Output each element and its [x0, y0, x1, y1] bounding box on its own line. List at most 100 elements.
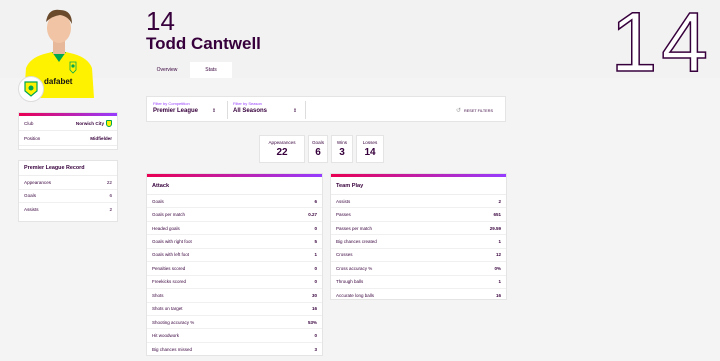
stat-value: 0 [314, 333, 317, 339]
chevron-updown-icon: ⇕ [292, 108, 298, 114]
player-hero: 14 Todd Cantwell 14 Overview Stats [0, 0, 720, 90]
stat-row: Big chances created 1 [331, 235, 506, 249]
filter-bar: Filter by Competition Premier League ⇕ F… [146, 96, 506, 122]
stat-row: Goals 6 [147, 195, 322, 209]
club-badge-icon [18, 76, 44, 102]
stat-value: 30 [311, 292, 317, 298]
stat-value: 16 [311, 306, 317, 312]
team-play-panel: Team Play Assists 2 Passes 651 Passes per … [330, 173, 507, 300]
losses-stat: Losses 14 [356, 135, 384, 163]
stat-value: 29.59 [489, 225, 501, 231]
stat-label: Big chances created [336, 239, 377, 245]
reset-icon: ↺ [455, 108, 462, 114]
stat-value: 1 [498, 239, 501, 245]
stat-value: 0 [314, 265, 317, 271]
stat-row: Shots on target 16 [147, 303, 322, 316]
tab-stats[interactable]: Stats [190, 62, 232, 78]
position-value: Midfielder [90, 135, 112, 141]
stat-label: Goals [152, 198, 164, 204]
stat-row: Goals with left foot 1 [147, 249, 322, 263]
stat-row: Cross accuracy % 0% [331, 262, 506, 276]
club-value[interactable]: Norwich City [75, 119, 112, 127]
stat-value: 3 [314, 347, 317, 353]
record-value: 2 [109, 207, 112, 213]
stat-value: 0 [314, 225, 317, 231]
stat-label: Cross accuracy % [336, 265, 373, 271]
stat-label: Through balls [336, 279, 364, 285]
record-value: 22 [106, 179, 112, 185]
wins-stat: Wins 3 [331, 135, 353, 163]
shirt-number: 14 [146, 6, 175, 36]
club-crest-icon [106, 119, 112, 127]
stat-label: Assists [336, 198, 351, 204]
stat-row: Headed goals 0 [147, 222, 322, 236]
stat-label: Wins [336, 140, 348, 145]
record-label: Appearances [24, 179, 52, 185]
stat-row: Assists 2 [331, 195, 506, 209]
stat-row: Passes per match 29.59 [331, 222, 506, 236]
competition-filter-label: Filter by Competition [153, 101, 190, 106]
stat-value: 651 [493, 212, 501, 218]
player-name: Todd Cantwell [146, 34, 261, 53]
stat-value: 0% [494, 265, 501, 271]
stat-label: Shots [152, 292, 164, 298]
tab-overview[interactable]: Overview [146, 62, 188, 78]
season-filter[interactable]: Filter by Season All Seasons ⇕ [233, 101, 297, 114]
divider [227, 101, 228, 119]
stat-value: 6 [315, 147, 321, 158]
stat-label: Shooting accuracy % [152, 319, 195, 325]
stat-value: 6 [314, 198, 317, 204]
stat-row: Freekicks scored 0 [147, 276, 322, 290]
club-name: Norwich City [75, 120, 104, 126]
reset-label: RESET FILTERS [464, 108, 493, 113]
position-label: Position [24, 135, 41, 141]
player-info-card: Club Norwich City Position Midfielder [18, 112, 118, 150]
competition-filter[interactable]: Filter by Competition Premier League ⇕ [153, 101, 216, 114]
stat-label: Passes [336, 212, 351, 218]
stat-label: Goals [311, 140, 324, 145]
stat-row: Crosses 12 [331, 249, 506, 263]
stat-row: Hit woodwork 0 [147, 329, 322, 343]
stat-value: 3 [339, 147, 345, 158]
season-filter-label: Filter by Season [233, 101, 262, 106]
stat-row: Shots 30 [147, 289, 322, 303]
club-row: Club Norwich City [19, 116, 117, 131]
stat-label: Appearances [268, 140, 296, 145]
stat-value: 2 [498, 198, 501, 204]
chevron-updown-icon: ⇕ [211, 108, 217, 114]
league-record-card: Premier League Record Appearances 22 Goa… [18, 160, 118, 222]
stat-value: 14 [364, 147, 376, 158]
stat-row: Through balls 1 [331, 276, 506, 290]
record-row: Assists 2 [19, 203, 117, 217]
stat-row: Accurate long balls 16 [331, 289, 506, 302]
stat-label: Goals with left foot [152, 252, 190, 258]
stat-label: Big chances missed [152, 347, 193, 353]
stat-label: Passes per match [336, 225, 373, 231]
tab-bar: Overview Stats [146, 62, 234, 78]
summary-stats: Appearances 22 Goals 6 Wins 3 Losses 14 [259, 135, 384, 163]
stat-row: Shooting accuracy % 53% [147, 316, 322, 330]
stat-row: Big chances missed 3 [147, 343, 322, 356]
stat-label: Headed goals [152, 225, 180, 231]
stat-value: 16 [495, 293, 501, 299]
competition-filter-value: Premier League [153, 108, 199, 114]
stat-value: 1 [498, 279, 501, 285]
record-row: Appearances 22 [19, 176, 117, 190]
stat-label: Accurate long balls [336, 293, 375, 299]
stat-value: 12 [495, 252, 501, 258]
attack-title: Attack [147, 177, 322, 195]
divider [305, 101, 306, 119]
position-row: Position Midfielder [19, 131, 117, 146]
stat-label: Crosses [336, 252, 353, 258]
reset-filters-button[interactable]: ↺ RESET FILTERS [456, 107, 493, 114]
goals-stat: Goals 6 [308, 135, 328, 163]
stat-label: Hit woodwork [152, 333, 180, 339]
stat-value: 0.27 [308, 212, 317, 218]
stat-value: 22 [276, 147, 288, 158]
stat-value: 53% [307, 319, 317, 325]
appearances-stat: Appearances 22 [259, 135, 305, 163]
big-shirt-number: 14 [610, 0, 712, 90]
record-label: Goals [24, 193, 37, 199]
stat-label: Freekicks scored [152, 279, 187, 285]
club-label: Club [24, 120, 34, 126]
